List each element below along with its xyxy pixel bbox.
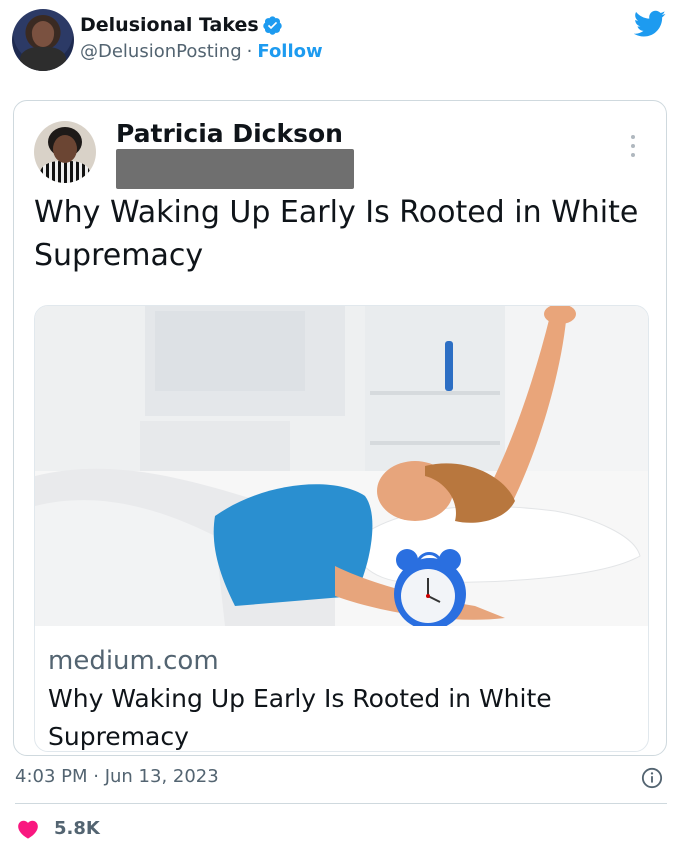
quoted-tweet-text: Why Waking Up Early Is Rooted in White S… <box>34 195 639 273</box>
link-preview-image <box>35 306 648 626</box>
author-handle[interactable]: @DelusionPosting <box>80 41 242 62</box>
author-avatar[interactable] <box>12 9 74 71</box>
info-icon[interactable] <box>641 767 663 789</box>
follow-button[interactable]: Follow <box>257 41 322 62</box>
redacted-handle <box>116 149 354 189</box>
divider <box>15 803 667 804</box>
quoted-author-avatar[interactable] <box>34 121 96 183</box>
more-vertical-icon[interactable] <box>628 133 638 159</box>
tweet-header: Delusional Takes @DelusionPosting · Follow <box>0 0 693 90</box>
quoted-author-name[interactable]: Patricia Dickson <box>116 119 343 148</box>
heart-icon[interactable] <box>17 819 39 839</box>
tweet-timestamp[interactable]: 4:03 PM · Jun 13, 2023 <box>15 766 219 787</box>
author-handle-line: @DelusionPosting · Follow <box>80 41 323 62</box>
verified-badge-icon <box>263 16 282 35</box>
twitter-bird-icon[interactable] <box>634 10 666 38</box>
link-title: Why Waking Up Early Is Rooted in White S… <box>48 684 552 751</box>
quoted-tweet-card[interactable]: Patricia Dickson Why Waking Up Early Is … <box>13 100 667 756</box>
separator-dot: · <box>246 41 253 62</box>
author-display-name[interactable]: Delusional Takes <box>80 14 259 36</box>
link-preview-card[interactable]: medium.com Why Waking Up Early Is Rooted… <box>34 305 649 752</box>
like-count[interactable]: 5.8K <box>54 818 100 839</box>
link-domain: medium.com <box>48 646 219 676</box>
